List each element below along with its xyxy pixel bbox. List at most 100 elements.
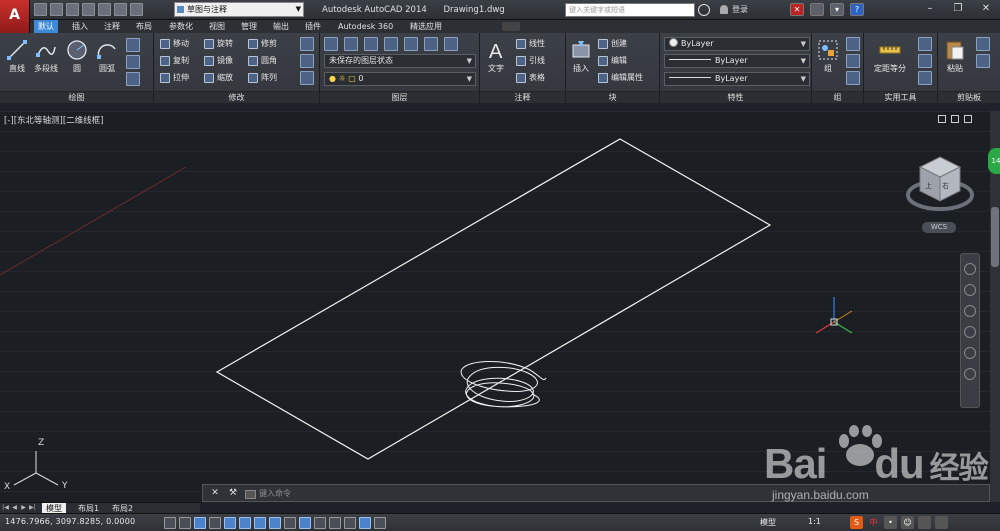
measure-button[interactable]: 定距等分 <box>868 39 912 74</box>
insert-block-button[interactable]: 插入 <box>566 39 596 74</box>
drawing-viewport[interactable]: Z Y X [-][东北等轴测][二维线框] 上 右 WCS <box>0 111 990 502</box>
lineweight-icon[interactable] <box>314 517 326 529</box>
scale-button[interactable]: 缩放 <box>204 71 233 85</box>
exchange-icon[interactable]: ✕ <box>790 3 804 16</box>
linetype-dropdown[interactable]: ByLayer ▼ <box>664 54 810 68</box>
object-snap-icon[interactable] <box>239 517 251 529</box>
panel-draw-title[interactable]: 绘图 <box>0 91 153 103</box>
tab-layout[interactable]: 布局 <box>132 20 156 33</box>
emoji-icon[interactable]: ☺ <box>901 516 914 529</box>
tab-view[interactable]: 视图 <box>205 20 229 33</box>
layer-off-icon[interactable] <box>404 37 418 51</box>
rotate-button[interactable]: 旋转 <box>204 37 233 51</box>
calculator-icon[interactable] <box>918 54 932 68</box>
plot-icon[interactable] <box>98 3 111 16</box>
restore-icon[interactable]: ❐ <box>944 0 972 18</box>
infer-constraints-icon[interactable] <box>164 517 176 529</box>
viewport-label[interactable]: [-][东北等轴测][二维线框] <box>4 114 103 126</box>
new-file-icon[interactable] <box>34 3 47 16</box>
cut-icon[interactable] <box>976 37 990 51</box>
model-space-button[interactable]: 模型 <box>760 517 776 528</box>
pan-icon[interactable] <box>964 284 976 296</box>
edit-attributes-button[interactable]: 编辑属性 <box>598 71 643 85</box>
hatch-icon[interactable] <box>126 55 140 69</box>
wcs-dropdown[interactable]: WCS <box>922 222 956 233</box>
annotation-scale[interactable]: 1:1 <box>808 517 821 526</box>
help-icon[interactable]: ? <box>850 3 864 16</box>
polar-tracking-icon[interactable] <box>224 517 236 529</box>
microphone-icon[interactable] <box>918 516 931 529</box>
save-as-icon[interactable] <box>82 3 95 16</box>
3d-object-snap-icon[interactable] <box>254 517 266 529</box>
copy-button[interactable]: 复制 <box>160 54 189 68</box>
layer-lock-icon[interactable] <box>444 37 458 51</box>
tab-plugins[interactable]: 插件 <box>301 20 325 33</box>
panel-block-title[interactable]: 块 <box>566 91 659 103</box>
transparency-icon[interactable] <box>329 517 341 529</box>
prev-tab-icon[interactable]: ◀ <box>11 504 18 512</box>
punctuation-icon[interactable]: • <box>884 516 897 529</box>
copy-clip-icon[interactable] <box>976 54 990 68</box>
binoculars-icon[interactable] <box>698 4 710 16</box>
showmotion-icon[interactable] <box>964 347 976 359</box>
last-tab-icon[interactable]: ▶| <box>29 504 36 512</box>
panel-annotation-title[interactable]: 注释 <box>480 91 565 103</box>
panel-clipboard-title[interactable]: 剪贴板 <box>938 91 1000 103</box>
panel-layers-title[interactable]: 图层 <box>320 91 479 103</box>
color-dropdown[interactable]: ByLayer ▼ <box>664 37 810 51</box>
panel-modify-title[interactable]: 修改 <box>154 91 319 103</box>
tab-home[interactable]: 默认 <box>34 20 58 33</box>
workspace-dropdown[interactable]: 草图与注释 ▼ <box>174 2 304 17</box>
array-button[interactable]: 阵列 <box>248 71 277 85</box>
allow-dynamic-ucs-icon[interactable] <box>284 517 296 529</box>
paste-button[interactable]: 粘贴 <box>940 39 970 74</box>
annotation-monitor-icon[interactable] <box>374 517 386 529</box>
sogou-icon[interactable]: S <box>850 516 863 529</box>
layer-properties-icon[interactable] <box>324 37 338 51</box>
mirror-button[interactable]: 镜像 <box>204 54 233 68</box>
id-point-icon[interactable] <box>918 71 932 85</box>
grid-display-icon[interactable] <box>194 517 206 529</box>
coordinates-readout[interactable]: 1476.7966, 3097.8285, 0.0000 <box>5 517 135 526</box>
group-select-icon[interactable] <box>846 71 860 85</box>
ime-mode-indicator[interactable]: 中 <box>867 516 880 529</box>
save-icon[interactable] <box>66 3 79 16</box>
ungroup-icon[interactable] <box>846 37 860 51</box>
steering-wheel-icon[interactable] <box>964 263 976 275</box>
viewport-close-icon[interactable] <box>964 115 972 123</box>
leader-button[interactable]: 引线 <box>516 54 545 68</box>
text-button[interactable]: A 文字 <box>480 39 512 74</box>
next-tab-icon[interactable]: ▶ <box>20 504 27 512</box>
ellipse-icon[interactable] <box>126 72 140 86</box>
redo-icon[interactable] <box>130 3 143 16</box>
polyline-button[interactable]: 多段线 <box>28 39 64 74</box>
wrench-icon[interactable]: ⚒ <box>227 488 239 500</box>
network-status-badge[interactable]: 14 <box>988 148 1000 174</box>
group-button[interactable]: 组 <box>814 39 842 74</box>
tab-parametric[interactable]: 参数化 <box>165 20 197 33</box>
quick-select-icon[interactable] <box>918 37 932 51</box>
dynamic-input-icon[interactable] <box>299 517 311 529</box>
arc-button[interactable]: 圆弧 <box>90 39 124 74</box>
login-button[interactable]: 登录 <box>720 2 748 18</box>
linear-dim-button[interactable]: 线性 <box>516 37 545 51</box>
zoom-icon[interactable] <box>964 305 976 317</box>
open-file-icon[interactable] <box>50 3 63 16</box>
layer-freeze-icon[interactable] <box>424 37 438 51</box>
viewcube[interactable] <box>904 151 976 231</box>
tab-featured-apps[interactable]: 精选应用 <box>406 20 446 33</box>
first-tab-icon[interactable]: |◀ <box>2 504 9 512</box>
tab-manage[interactable]: 管理 <box>237 20 261 33</box>
layer-state-dropdown[interactable]: 未保存的图层状态 ▼ <box>324 54 476 68</box>
orbit-icon[interactable] <box>964 326 976 338</box>
layer-match-icon[interactable] <box>344 37 358 51</box>
user-icon[interactable] <box>810 3 824 16</box>
layer-previous-icon[interactable] <box>364 37 378 51</box>
quick-properties-icon[interactable] <box>344 517 356 529</box>
viewport-minimize-icon[interactable] <box>938 115 946 123</box>
dropdown-icon[interactable]: ▾ <box>830 3 844 16</box>
rectangle-icon[interactable] <box>126 38 140 52</box>
tab-menu-icon[interactable] <box>502 22 520 31</box>
tab-autodesk-360[interactable]: Autodesk 360 <box>334 20 397 33</box>
command-input[interactable]: 键入命令 <box>245 487 545 500</box>
